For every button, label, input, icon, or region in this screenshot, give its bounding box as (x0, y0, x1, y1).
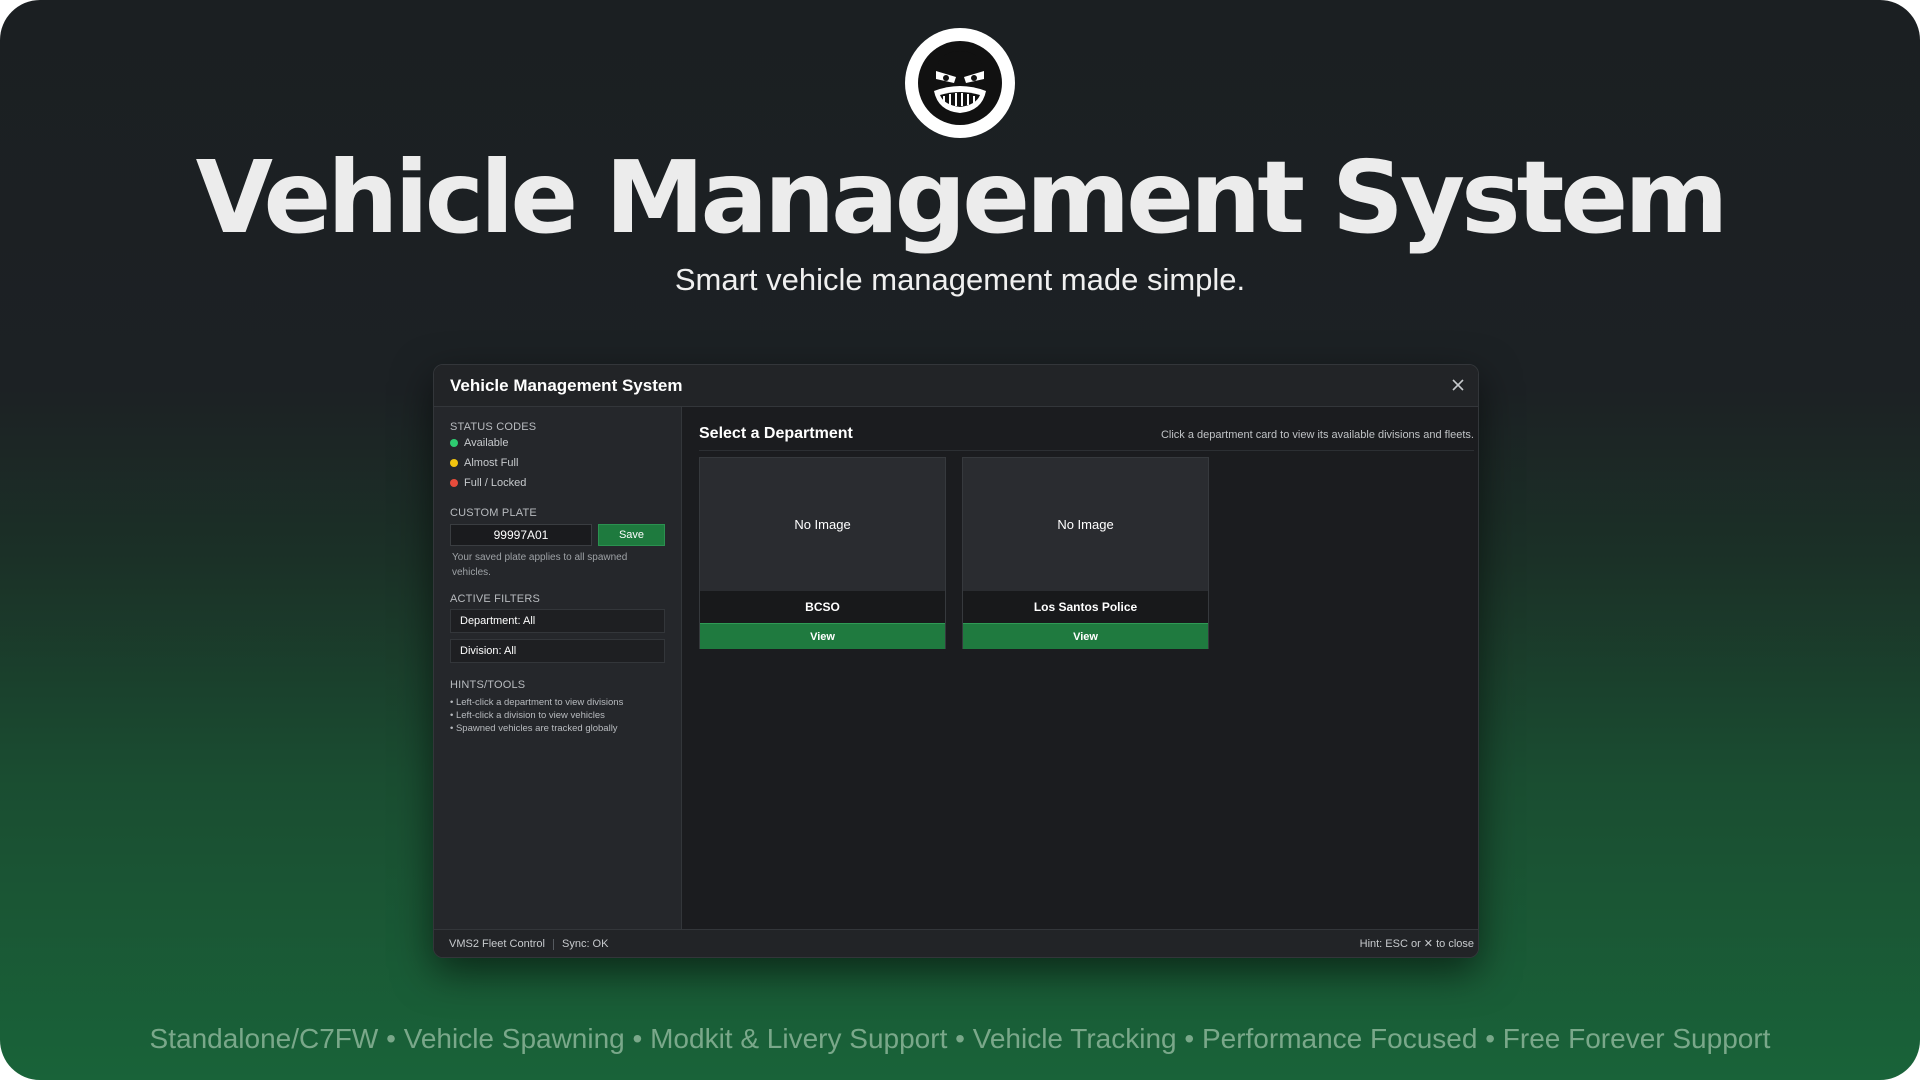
custom-plate-heading: CUSTOM PLATE (450, 507, 537, 519)
yellow-dot-icon (450, 459, 458, 467)
footer-left: VMS2 Fleet Control Sync: OK (449, 930, 609, 957)
card-image-placeholder: No Image (700, 458, 945, 591)
status-full-locked: Full / Locked (450, 475, 526, 491)
card-name: Los Santos Police (963, 591, 1208, 623)
card-name: BCSO (700, 591, 945, 623)
status-label: Full / Locked (464, 477, 527, 489)
plate-note: Your saved plate applies to all spawned … (452, 552, 628, 578)
save-plate-button[interactable]: Save (598, 524, 665, 546)
footer-sync-status: Sync: OK (561, 938, 609, 950)
department-filter[interactable]: Department: All (450, 609, 665, 633)
hint-line: • Left-click a department to view divisi… (450, 697, 624, 708)
card-image-placeholder: No Image (963, 458, 1208, 591)
custom-plate-input[interactable] (450, 524, 592, 546)
divider (699, 450, 1474, 451)
promo-banner: Vehicle Management System Smart vehicle … (0, 0, 1920, 1080)
green-dot-icon (450, 439, 458, 447)
feature-list: Standalone/C7FW • Vehicle Spawning • Mod… (149, 1023, 1771, 1054)
panel-title: Select a Department (699, 425, 853, 442)
panel-help-text: Click a department card to view its avai… (1160, 429, 1474, 441)
status-label: Almost Full (464, 457, 519, 469)
window-title: Vehicle Management System (450, 376, 683, 395)
status-available: Available (450, 435, 508, 451)
view-button[interactable]: View (700, 623, 945, 649)
department-card-bcso[interactable]: No Image BCSO View (699, 457, 946, 649)
status-label: Available (464, 437, 509, 449)
department-card-los-santos-police[interactable]: No Image Los Santos Police View (962, 457, 1209, 649)
status-almost-full: Almost Full (450, 455, 518, 471)
active-filters-heading: ACTIVE FILTERS (450, 593, 540, 605)
red-dot-icon (450, 479, 458, 487)
hints-tools-heading: HINTS/TOOLS (450, 679, 526, 691)
hero-tagline: Smart vehicle management made simple. (674, 262, 1246, 297)
view-button[interactable]: View (963, 623, 1208, 649)
duck-mascot-logo (905, 28, 1015, 138)
status-footer: VMS2 Fleet Control Sync: OK Hint: ESC or … (434, 929, 1478, 957)
close-button[interactable] (1446, 373, 1470, 397)
footer-app-name: VMS2 Fleet Control (449, 938, 545, 950)
sidebar: STATUS CODES Available Almost Full Full … (434, 407, 682, 929)
footer-separator (552, 938, 554, 950)
footer-hint: Hint: ESC or ✕ to close (1359, 938, 1474, 950)
status-codes-heading: STATUS CODES (450, 421, 537, 433)
hint-line: • Spawned vehicles are tracked globally (450, 723, 618, 734)
window-titlebar: Vehicle Management System (434, 365, 1478, 407)
department-panel: Select a Department Click a department c… (682, 407, 1478, 929)
division-filter[interactable]: Division: All (450, 639, 665, 663)
hero-title: Vehicle Management System (195, 139, 1729, 256)
hint-line: • Left-click a division to view vehicles (450, 710, 605, 721)
close-icon (1452, 379, 1464, 391)
vms-window: Vehicle Management System STATUS CODES A… (433, 364, 1479, 958)
